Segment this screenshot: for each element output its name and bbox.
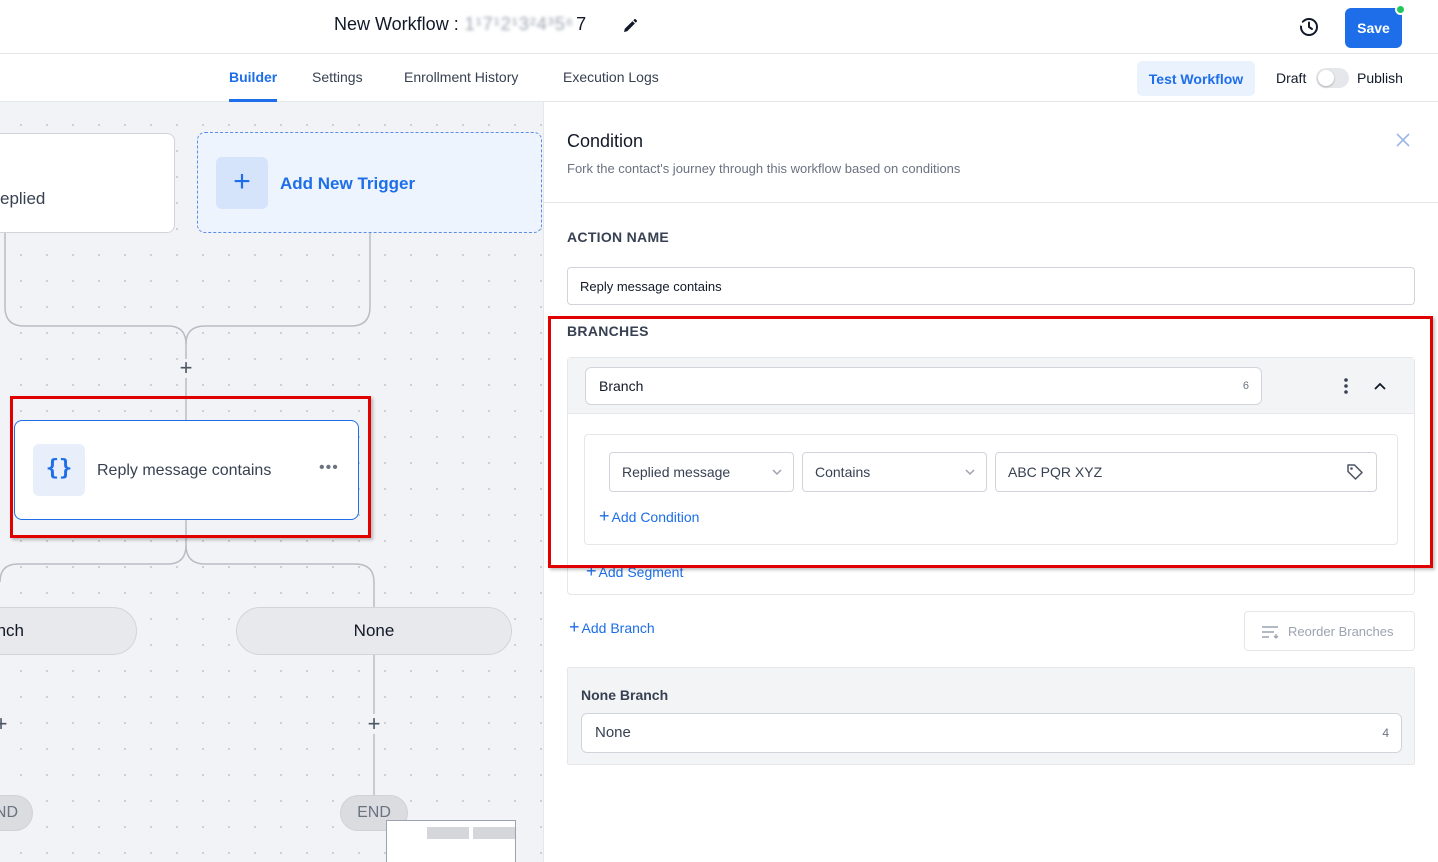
panel-title: Condition bbox=[567, 131, 644, 151]
workflow-title-prefix: New Workflow : bbox=[334, 14, 459, 34]
pencil-icon[interactable] bbox=[622, 18, 638, 34]
workflow-id-masked: 1¹7¹2¹3²4³5⁶ bbox=[464, 14, 575, 34]
plus-icon: + bbox=[569, 617, 580, 637]
publish-label: Publish bbox=[1357, 70, 1403, 86]
branches-label: BRANCHES bbox=[567, 323, 649, 339]
tab-enrollment-history[interactable]: Enrollment History bbox=[404, 69, 518, 85]
condition-operator-select[interactable]: Contains bbox=[802, 452, 987, 492]
plus-icon: + bbox=[599, 506, 610, 526]
add-condition-link[interactable]: + Add Condition bbox=[599, 506, 699, 527]
minimap-block bbox=[473, 827, 515, 839]
action-name-label: ACTION NAME bbox=[567, 229, 670, 245]
action-name-input[interactable] bbox=[567, 267, 1415, 305]
segment-box: Replied message Contains ABC PQR XYZ + Ad… bbox=[584, 434, 1398, 545]
kebab-menu-icon[interactable] bbox=[1340, 376, 1352, 396]
canvas-minimap[interactable] bbox=[386, 820, 516, 862]
branch-name-char-count: 6 bbox=[1242, 380, 1249, 392]
reorder-icon bbox=[1262, 626, 1279, 639]
branch-pill-none[interactable]: None bbox=[236, 607, 512, 655]
reorder-branches-label: Reorder Branches bbox=[1288, 624, 1394, 639]
condition-field-select[interactable]: Replied message bbox=[609, 452, 794, 492]
reorder-branches-button[interactable]: Reorder Branches bbox=[1244, 611, 1415, 651]
toggle-knob bbox=[1318, 70, 1334, 86]
condition-field-value: Replied message bbox=[622, 464, 731, 480]
history-icon[interactable] bbox=[1298, 16, 1320, 38]
save-button[interactable]: Save bbox=[1345, 8, 1402, 48]
draft-label: Draft bbox=[1276, 70, 1307, 86]
add-step-plus-icon[interactable]: + bbox=[175, 357, 197, 379]
tabs-bar: Builder Settings Enrollment History Exec… bbox=[0, 54, 1438, 102]
trigger-card-text: eplied bbox=[0, 189, 46, 208]
panel-subtitle: Fork the contact's journey through this … bbox=[567, 161, 961, 176]
add-branch-link[interactable]: + Add Branch bbox=[569, 617, 655, 638]
add-branch-label: Add Branch bbox=[581, 620, 655, 636]
publish-toggle[interactable] bbox=[1316, 68, 1349, 88]
workflow-canvas[interactable]: eplied + Add New Trigger + {} Reply mess… bbox=[0, 102, 543, 862]
branch-pill-branch[interactable]: nch bbox=[0, 607, 137, 655]
trigger-card[interactable] bbox=[0, 133, 175, 233]
none-branch-card: None Branch None 4 bbox=[567, 667, 1415, 765]
none-branch-name-input[interactable]: None 4 bbox=[581, 713, 1402, 753]
add-condition-label: Add Condition bbox=[611, 509, 700, 525]
action-node-reply-message-contains[interactable]: {} Reply message contains ••• bbox=[14, 420, 359, 520]
status-dot bbox=[1395, 4, 1406, 15]
workflow-id-suffix: 7 bbox=[576, 14, 587, 34]
panel-divider bbox=[544, 202, 1438, 203]
none-branch-char-count: 4 bbox=[1382, 726, 1389, 740]
none-branch-name: None bbox=[595, 724, 631, 741]
none-branch-label: None Branch bbox=[581, 687, 669, 703]
add-new-trigger-card[interactable]: + Add New Trigger bbox=[197, 132, 542, 233]
add-segment-link[interactable]: + Add Segment bbox=[586, 561, 683, 582]
condition-value: ABC PQR XYZ bbox=[1008, 464, 1103, 480]
branch-name-input[interactable]: Branch 6 bbox=[585, 367, 1262, 405]
close-icon[interactable] bbox=[1395, 132, 1411, 148]
branch-card: Branch 6 Replied message Contains ABC PQ… bbox=[567, 357, 1415, 595]
tab-execution-logs[interactable]: Execution Logs bbox=[563, 69, 659, 85]
curly-braces-icon: {} bbox=[33, 444, 85, 496]
branch-name: Branch bbox=[599, 378, 644, 394]
condition-panel: Condition Fork the contact's journey thr… bbox=[543, 102, 1438, 862]
tab-builder[interactable]: Builder bbox=[229, 69, 277, 85]
condition-value-input[interactable]: ABC PQR XYZ bbox=[995, 452, 1377, 492]
test-workflow-button[interactable]: Test Workflow bbox=[1137, 61, 1255, 96]
more-options-icon[interactable]: ••• bbox=[319, 459, 339, 477]
branch-header: Branch 6 bbox=[568, 358, 1414, 414]
add-step-plus-icon[interactable]: + bbox=[363, 713, 385, 735]
condition-operator-value: Contains bbox=[815, 464, 871, 480]
add-trigger-label: Add New Trigger bbox=[280, 174, 416, 193]
action-node-label: Reply message contains bbox=[97, 462, 272, 479]
chevron-up-icon[interactable] bbox=[1372, 378, 1388, 394]
tab-settings[interactable]: Settings bbox=[312, 69, 363, 85]
minimap-block bbox=[427, 827, 469, 839]
chevron-down-icon bbox=[965, 469, 975, 476]
tag-icon[interactable] bbox=[1346, 463, 1364, 481]
plus-icon: + bbox=[216, 157, 268, 209]
add-segment-label: Add Segment bbox=[598, 564, 684, 580]
plus-icon: + bbox=[586, 561, 597, 581]
chevron-down-icon bbox=[772, 469, 782, 476]
workflow-title: New Workflow : 1¹7¹2¹3²4³5⁶ 7 bbox=[334, 14, 586, 35]
top-bar: New Workflow : 1¹7¹2¹3²4³5⁶ 7 Save bbox=[0, 0, 1438, 54]
add-step-plus-icon[interactable]: + bbox=[0, 713, 12, 735]
